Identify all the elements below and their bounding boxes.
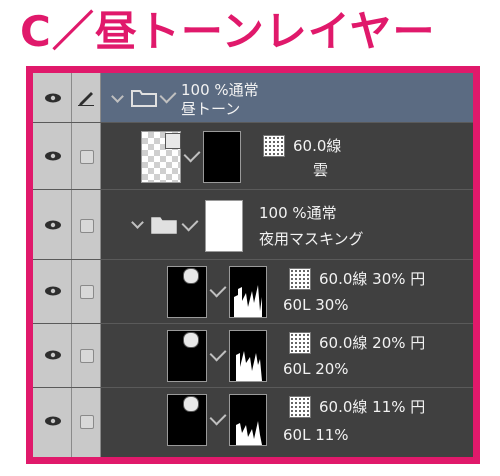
layer-tone-label: 60.0線 11% 円 (319, 398, 426, 416)
mask-thumbnail (229, 330, 267, 382)
folder-icon (131, 90, 157, 107)
mask-thumbnail (229, 394, 267, 446)
layer-name-label: 60L 11% (283, 426, 349, 444)
layer-tone-label: 60.0線 20% 円 (319, 334, 426, 352)
check-icon (209, 280, 227, 298)
eye-icon[interactable] (44, 93, 62, 103)
lock-checkbox[interactable] (80, 285, 94, 299)
tone-badge-icon (183, 268, 199, 284)
page-title: C／昼トーンレイヤー (20, 7, 436, 56)
layer-row-night-mask[interactable]: 100 %通常 夜用マスキング (33, 190, 473, 260)
check-icon (183, 145, 201, 163)
layer-name-label: 60L 20% (283, 360, 349, 378)
layer-name-label: 雲 (313, 161, 329, 179)
layer-row-60l-20[interactable]: 60.0線 20% 円 60L 20% (33, 324, 473, 388)
layer-row-cloud[interactable]: 60.0線 雲 (33, 123, 473, 190)
lock-checkbox[interactable] (80, 219, 94, 233)
layer-name-label: 夜用マスキング (259, 230, 364, 248)
chevron-down-icon[interactable] (131, 216, 144, 229)
layer-row-day-tone[interactable]: 100 %通常 昼トーン (33, 73, 473, 123)
city-silhouette-icon (236, 421, 262, 445)
folder-icon (151, 217, 177, 234)
layer-name-label: 60L 30% (283, 296, 349, 314)
layer-blend-label: 100 %通常 (259, 204, 337, 222)
lock-checkbox[interactable] (80, 150, 94, 164)
layer-tone-label: 60.0線 (293, 137, 342, 155)
eye-icon[interactable] (44, 151, 62, 161)
eye-icon[interactable] (44, 350, 62, 360)
layer-tone-label: 60.0線 30% 円 (319, 270, 426, 288)
check-icon (209, 408, 227, 426)
city-silhouette-icon (234, 285, 262, 317)
city-silhouette-icon (236, 351, 262, 381)
layer-row-60l-11[interactable]: 60.0線 11% 円 60L 11% (33, 388, 473, 457)
check-icon (209, 344, 227, 362)
layer-row-60l-30[interactable]: 60.0線 30% 円 60L 30% (33, 260, 473, 324)
halftone-icon (263, 135, 285, 157)
halftone-icon (289, 268, 311, 290)
mask-thumbnail (205, 200, 243, 252)
halftone-icon (289, 396, 311, 418)
tone-badge-icon (165, 133, 181, 149)
eye-icon[interactable] (44, 416, 62, 426)
lock-checkbox[interactable] (80, 415, 94, 429)
halftone-icon (289, 332, 311, 354)
check-icon (181, 214, 199, 232)
layer-name-label: 昼トーン (181, 100, 241, 118)
tone-badge-icon (183, 332, 199, 348)
eye-icon[interactable] (44, 220, 62, 230)
mask-thumbnail (203, 131, 241, 183)
eye-icon[interactable] (44, 286, 62, 296)
layer-blend-label: 100 %通常 (181, 81, 259, 99)
tone-badge-icon (183, 396, 199, 412)
mask-thumbnail (229, 266, 267, 318)
lock-checkbox[interactable] (80, 349, 94, 363)
pen-icon[interactable] (77, 88, 95, 106)
layer-panel: 100 %通常 昼トーン 60.0線 雲 100 %通常 夜用マスキング 60.… (26, 66, 480, 464)
